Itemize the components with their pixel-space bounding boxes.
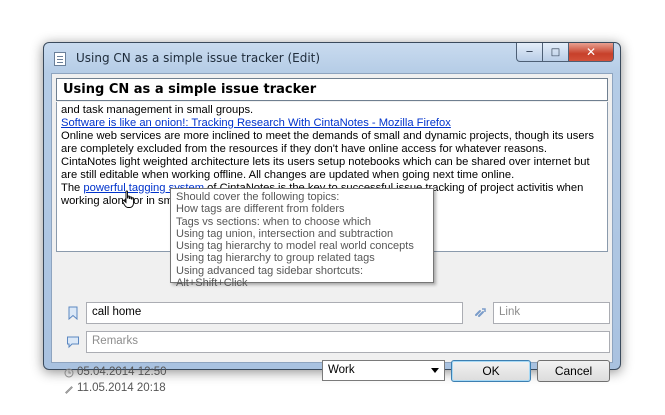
body-line: and task management in small groups. [61,104,254,116]
tooltip-line: Tags vs sections: when to choose which [176,215,372,228]
window-title: Using CN as a simple issue tracker (Edit… [76,51,321,65]
modified-date: 11.05.2014 20:18 [77,382,166,394]
tooltip-line: Using tag hierarchy to group related tag… [176,252,375,265]
maximize-button[interactable]: □ [542,43,569,62]
section-select-value: Work [328,364,355,376]
tags-input[interactable]: call home [86,302,463,324]
clock-icon [64,368,74,378]
tooltip-line: Using tag hierarchy to model real world … [176,240,414,253]
tooltip-line: Should cover the following topics: [176,191,340,203]
hand-cursor-icon [121,190,134,208]
close-button[interactable]: ✕ [568,43,614,62]
minimize-button[interactable]: ─ [516,43,543,62]
title-bar[interactable]: Using CN as a simple issue tracker (Edit… [44,43,620,73]
note-title-field[interactable]: Using CN as a simple issue tracker [56,78,608,101]
section-select[interactable]: Work [322,360,445,381]
speech-bubble-icon [67,336,79,349]
tooltip-line: Using tag union, intersection and subtra… [176,227,394,240]
cancel-button[interactable]: Cancel [537,360,610,382]
body-paragraph: CintaNotes light weighted architecture l… [61,156,590,181]
link-input[interactable]: Link [493,302,610,324]
remarks-input[interactable]: Remarks [86,331,610,353]
body-link-firefox[interactable]: Software is like an onion!: Tracking Res… [61,117,451,129]
note-app-icon [54,52,66,66]
link-tooltip: Should cover the following topics: How t… [170,188,434,289]
bookmark-icon [68,306,78,320]
link-icon [475,308,486,317]
tooltip-line: Using advanced tag sidebar shortcuts: Al… [176,264,364,290]
body-text: The [61,182,84,194]
chevron-down-icon [431,368,439,373]
body-paragraph: Online web services are more inclined to… [61,130,594,155]
pencil-icon [65,386,73,394]
ok-button[interactable]: OK [451,360,531,382]
tooltip-line: How tags are different from folders [176,203,345,216]
created-date: 05.04.2014 12:50 [77,366,167,378]
